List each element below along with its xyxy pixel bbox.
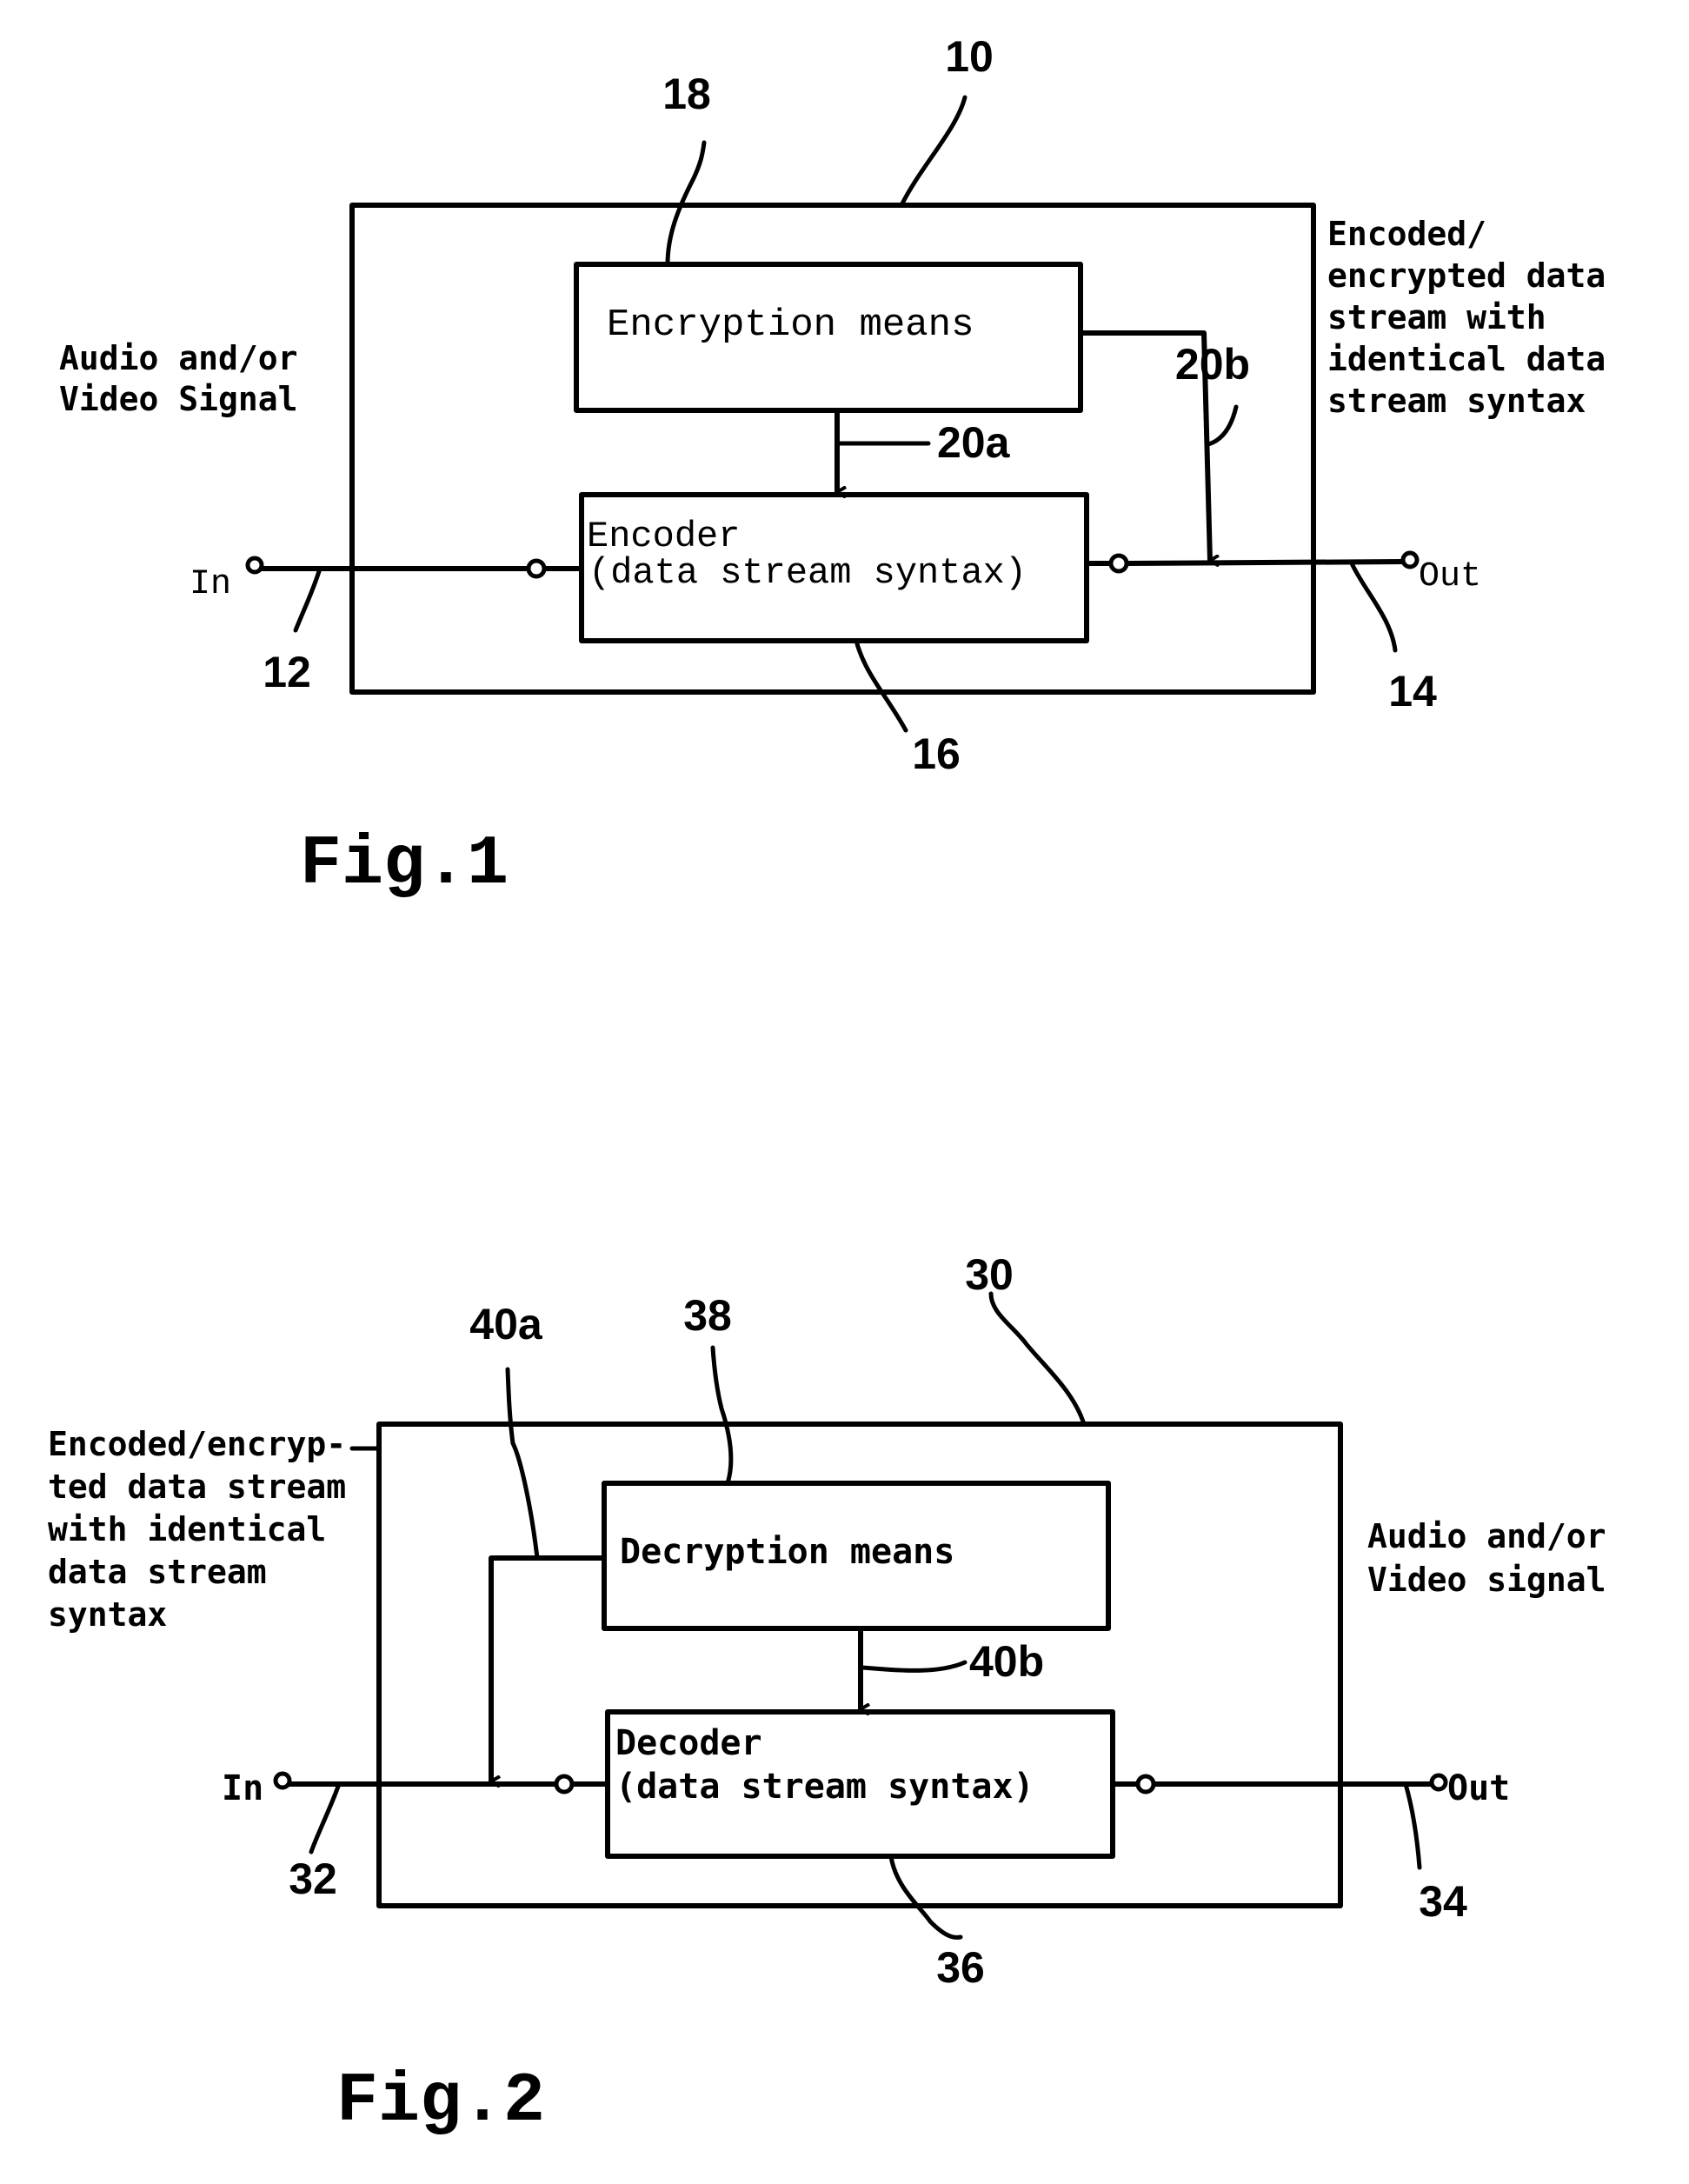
ref-34: 34 (1419, 1877, 1467, 1926)
fig1-encoder-output-node (1108, 553, 1129, 574)
ref-14: 14 (1388, 667, 1437, 716)
fig2-decoder-output-node (1135, 1774, 1156, 1794)
ref-40b: 40b (969, 1637, 1044, 1686)
fig1-encoder-input-node (526, 558, 547, 579)
ref-38: 38 (683, 1291, 732, 1340)
fig1-out-terminal (1400, 550, 1420, 569)
encoder-label: Encoder (587, 516, 740, 557)
fig1-input-description-line1: Audio and/or (59, 339, 298, 377)
fig2-input-description-line4: data stream (48, 1553, 267, 1591)
ref-20a: 20a (937, 418, 1011, 467)
ref-16-leader (854, 638, 908, 733)
fig2-decoder-input-node (554, 1774, 575, 1794)
fig1-output-description-line2: encrypted data (1327, 256, 1606, 295)
encryption-means-label: Encryption means (607, 303, 974, 347)
fig1-output-line (1124, 559, 1406, 566)
decryption-means-label: Decryption means (620, 1532, 954, 1572)
fig2-out-terminal (1429, 1773, 1448, 1792)
ref-30-leader (988, 1291, 1087, 1427)
ref-14-leader (1349, 561, 1398, 653)
fig2-output-description-line2: Video signal (1367, 1561, 1606, 1599)
ref-10-leader (899, 95, 968, 208)
ref-30: 30 (965, 1250, 1014, 1299)
fig1-outer-device-box (349, 203, 1316, 695)
fig1-output-description-line5: stream syntax (1327, 382, 1586, 420)
fig1-in-terminal (245, 556, 264, 575)
fig2-input-description-line3: with identical (48, 1510, 326, 1548)
fig1-out-label: Out (1419, 557, 1481, 596)
fig1-in-label: In (190, 565, 231, 604)
link-20b-leader (1206, 404, 1239, 447)
ref-40a: 40a (469, 1300, 543, 1348)
ref-12: 12 (263, 648, 311, 696)
ref-34-leader (1403, 1781, 1422, 1870)
ref-12-leader (293, 566, 323, 633)
patent-drawing: Encryption means Encoder (data stream sy… (48, 32, 1606, 2141)
ref-10: 10 (945, 32, 994, 81)
fig1-output-description-line1: Encoded/ (1327, 215, 1486, 253)
fig2-input-description-line1: Encoded/encryp- (48, 1425, 346, 1463)
fig2-in-label: In (222, 1768, 263, 1808)
decoder-label: Decoder (615, 1723, 762, 1763)
ref-16: 16 (912, 729, 961, 778)
fig1-input-description-line2: Video Signal (59, 380, 298, 418)
ref-36: 36 (936, 1943, 985, 1992)
fig2-in-terminal (273, 1771, 292, 1790)
ref-32-leader (309, 1781, 342, 1854)
ref-18: 18 (662, 70, 711, 118)
fig2-output-description-line1: Audio and/or (1367, 1517, 1606, 1555)
figure-1: Encryption means Encoder (data stream sy… (59, 32, 1606, 904)
ref-36-leader (888, 1854, 963, 1940)
fig1-output-description-line4: identical data (1327, 340, 1606, 378)
fig2-out-label: Out (1447, 1768, 1510, 1808)
fig1-output-description-line3: stream with (1327, 298, 1546, 336)
decoder-syntax-label: (data stream syntax) (615, 1767, 1034, 1807)
ref-32: 32 (289, 1854, 337, 1903)
encoder-syntax-label: (data stream syntax) (588, 552, 1027, 594)
fig2-caption: Fig.2 (336, 2062, 545, 2141)
figure-2: Decryption means Decoder (data stream sy… (48, 1250, 1606, 2141)
ref-40b-leader (860, 1660, 968, 1673)
fig2-input-description-line2: ted data stream (48, 1468, 346, 1506)
ref-40a-leader (505, 1367, 540, 1561)
link-40a-arrow (489, 1555, 607, 1781)
fig2-input-description-line5: syntax (48, 1595, 167, 1634)
ref-20b: 20b (1175, 340, 1250, 389)
ref-38-leader (710, 1345, 734, 1486)
fig1-caption: Fig.1 (300, 825, 509, 904)
